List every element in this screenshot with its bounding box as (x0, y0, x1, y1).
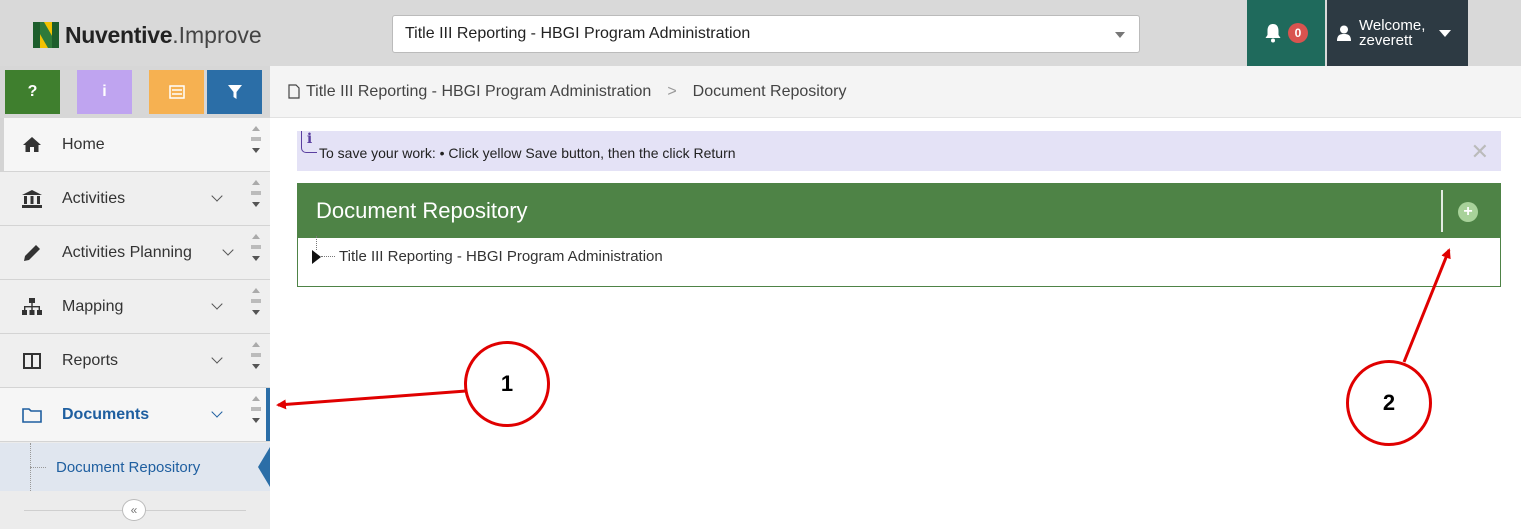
sidebar-item-activities-planning[interactable]: Activities Planning (0, 226, 270, 280)
add-document-button[interactable]: + (1458, 202, 1478, 222)
tree-connector (316, 236, 317, 250)
folder-icon (20, 407, 44, 423)
sidebar-scroll-control[interactable] (246, 334, 266, 387)
bell-icon (1265, 24, 1281, 43)
expand-triangle-icon[interactable] (312, 249, 321, 264)
sidebar-item-reports[interactable]: Reports (0, 334, 270, 388)
sidebar-nav: Home Activities Activities Planning Mapp… (0, 118, 270, 442)
home-icon (20, 136, 44, 153)
list-icon (168, 85, 185, 99)
annotation-marker-2: 2 (1346, 360, 1432, 446)
notifications-button[interactable]: 0 (1247, 0, 1325, 66)
panel-title: Document Repository (316, 198, 528, 223)
sidebar-item-label: Documents (62, 405, 150, 423)
tree-item-label: Title III Reporting - HBGI Program Admin… (339, 248, 663, 265)
pencil-icon (20, 244, 44, 262)
logo-brand: Nuventive (65, 21, 173, 48)
breadcrumb-item-project[interactable]: Title III Reporting - HBGI Program Admin… (306, 83, 651, 101)
breadcrumb-separator: > (667, 82, 677, 100)
sidebar-scroll-control[interactable] (246, 280, 266, 333)
tree-connector (321, 256, 335, 257)
logo-product: Improve (178, 21, 262, 48)
user-menu[interactable]: Welcome, zeverett (1327, 0, 1468, 66)
info-icon: i (301, 131, 317, 153)
filter-icon (227, 85, 242, 99)
document-repository-panel: Document Repository + Title III Reportin… (297, 183, 1501, 287)
close-icon[interactable]: ✕ (1471, 139, 1489, 165)
help-button[interactable]: ? (5, 70, 60, 114)
chevron-down-icon (211, 190, 223, 202)
nuventive-logo-icon (33, 22, 59, 48)
panel-header: Document Repository + (298, 184, 1500, 238)
sidebar-item-documents[interactable]: Documents (0, 388, 270, 442)
sidebar-item-label: Mapping (62, 297, 124, 315)
document-icon (288, 84, 300, 99)
sidebar-toolbar: ? i (0, 66, 270, 118)
sidebar-item-label: Reports (62, 351, 119, 369)
breadcrumb: Title III Reporting - HBGI Program Admin… (270, 66, 1521, 118)
welcome-label: Welcome, (1359, 17, 1426, 34)
sidebar-item-label: Home (62, 135, 105, 153)
breadcrumb-item-current: Document Repository (692, 82, 847, 100)
sidebar-scroll-control[interactable] (246, 388, 266, 441)
sidebar-scroll-control[interactable] (246, 226, 266, 279)
info-banner-message: To save your work: • Click yellow Save b… (319, 145, 736, 161)
caret-down-icon (1439, 29, 1452, 37)
active-indicator (258, 447, 270, 487)
filter-button[interactable] (207, 70, 262, 114)
chevron-down-icon (211, 352, 223, 364)
sidebar-subitem-label: Document Repository (56, 458, 201, 476)
info-button[interactable]: i (77, 70, 132, 114)
top-bar: Nuventive.Improve Title III Reporting - … (0, 0, 1521, 66)
sidebar-item-activities[interactable]: Activities (0, 172, 270, 226)
sidebar-collapse: « (0, 495, 270, 525)
notification-count-badge: 0 (1288, 23, 1308, 43)
app-logo[interactable]: Nuventive.Improve (33, 20, 262, 50)
chevron-down-icon (222, 244, 234, 256)
notes-button[interactable] (149, 70, 204, 114)
project-selector[interactable]: Title III Reporting - HBGI Program Admin… (392, 15, 1140, 53)
collapse-sidebar-button[interactable]: « (122, 499, 146, 521)
sidebar-item-home[interactable]: Home (0, 118, 270, 172)
user-icon (1337, 25, 1351, 41)
chevron-down-icon (211, 298, 223, 310)
sidebar-subitem-document-repository[interactable]: Document Repository (0, 443, 270, 491)
info-banner: i To save your work: • Click yellow Save… (297, 131, 1501, 171)
columns-icon (20, 352, 44, 369)
sidebar-item-label: Activities Planning (62, 243, 192, 261)
sidebar: ? i Home Activities Activities Planning … (0, 66, 270, 529)
annotation-arrow-1 (276, 389, 467, 410)
sidebar-item-label: Activities (62, 189, 126, 207)
institution-icon (20, 189, 44, 208)
chevron-down-icon (1115, 32, 1125, 38)
info-icon: i (102, 83, 107, 100)
sidebar-item-mapping[interactable]: Mapping (0, 280, 270, 334)
project-selector-value: Title III Reporting - HBGI Program Admin… (405, 25, 751, 42)
header-divider (1441, 190, 1443, 232)
username: zeverett (1359, 32, 1413, 49)
tree-item[interactable]: Title III Reporting - HBGI Program Admin… (312, 236, 663, 265)
sitemap-icon (20, 297, 44, 316)
sidebar-scroll-control[interactable] (246, 118, 266, 171)
annotation-marker-1: 1 (464, 341, 550, 427)
help-icon: ? (27, 83, 38, 100)
logo-text: Nuventive.Improve (65, 22, 262, 49)
sidebar-scroll-control[interactable] (246, 172, 266, 225)
chevron-down-icon (211, 406, 223, 418)
welcome-text: Welcome, zeverett (1359, 18, 1425, 48)
